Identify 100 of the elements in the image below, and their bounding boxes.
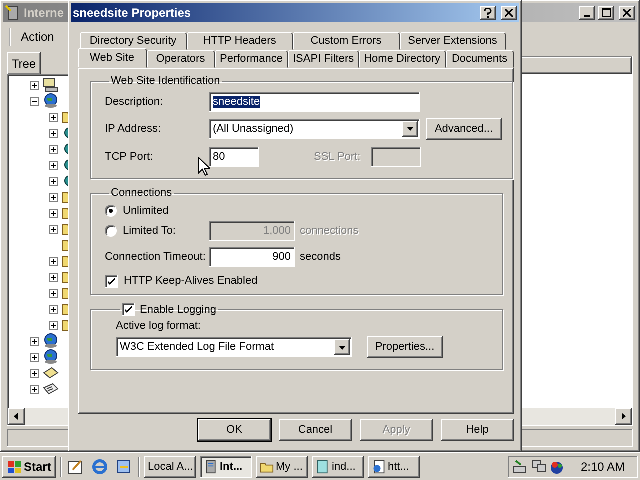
server-icon — [204, 460, 218, 474]
field-label: Description: — [105, 96, 164, 108]
expand-toggle[interactable] — [49, 256, 58, 266]
taskbar-button[interactable]: Int... — [200, 456, 252, 478]
tab[interactable]: Directory Security — [80, 32, 186, 50]
close-icon — [505, 8, 513, 16]
expand-toggle[interactable] — [49, 112, 58, 122]
mouse-pointer-icon — [198, 157, 210, 177]
radio-button[interactable] — [105, 204, 117, 216]
tree-tab[interactable]: Tree — [7, 52, 41, 74]
checkbox-label: HTTP Keep-Alives Enabled — [124, 275, 258, 287]
web-page-icon — [372, 460, 386, 474]
minimize-icon — [584, 14, 590, 16]
log-format-dropdown[interactable]: W3C Extended Log File Format — [116, 337, 352, 357]
tab[interactable]: Performance — [215, 50, 288, 68]
tab[interactable]: Server Extensions — [400, 32, 506, 50]
taskbar-button[interactable]: htt... — [368, 456, 420, 478]
expand-toggle[interactable] — [49, 128, 58, 138]
newspaper-icon — [43, 381, 59, 397]
tab[interactable]: HTTP Headers — [186, 32, 293, 50]
timeout-field[interactable]: 900 — [209, 247, 295, 267]
advanced-button[interactable]: Advanced... — [426, 118, 502, 140]
dialog-button[interactable]: Cancel — [279, 419, 352, 441]
checkbox[interactable] — [105, 274, 118, 288]
document-icon — [316, 460, 330, 474]
option-label: Limited To: — [123, 225, 177, 237]
collapse-toggle[interactable] — [30, 96, 39, 106]
group-title: Web Site Identification — [111, 75, 220, 87]
app-icon — [5, 4, 21, 20]
menu-item[interactable]: Action — [9, 28, 64, 46]
ip-address-dropdown[interactable]: (All Unassigned) — [209, 118, 420, 138]
radio-dot-icon — [109, 208, 113, 212]
envelope-icon — [43, 365, 59, 381]
field-label: TCP Port: — [105, 151, 154, 163]
expand-toggle[interactable] — [49, 192, 58, 202]
expand-toggle[interactable] — [49, 320, 58, 330]
tab[interactable]: Custom Errors — [293, 32, 400, 50]
check-icon — [124, 305, 133, 314]
taskbar-button[interactable]: My ... — [256, 456, 308, 478]
maximize-icon — [602, 8, 610, 17]
globe-icon — [43, 93, 59, 109]
minimize-button[interactable] — [579, 6, 595, 20]
tab[interactable]: Home Directory — [359, 50, 446, 68]
close-button[interactable] — [619, 6, 635, 20]
field-label: Active log format: — [116, 320, 202, 332]
properties-button[interactable]: Properties... — [367, 336, 443, 358]
tab[interactable]: Web Site — [78, 48, 146, 68]
dialog-button[interactable]: Help — [441, 419, 514, 441]
network-icon — [513, 458, 529, 474]
check-icon — [107, 276, 116, 286]
window-title: Interne — [24, 6, 64, 20]
clock: 2:10 AM — [580, 460, 626, 474]
field-label: Connection Timeout: — [105, 251, 207, 263]
expand-toggle[interactable] — [30, 80, 39, 90]
expand-toggle[interactable] — [49, 304, 58, 314]
description-field[interactable]: sneedsite — [209, 92, 420, 112]
help-button[interactable] — [480, 6, 496, 20]
expand-toggle[interactable] — [49, 144, 58, 154]
scroll-right-button[interactable] — [615, 408, 632, 425]
option-label: Unlimited — [123, 204, 170, 216]
unit-label: seconds — [300, 251, 341, 263]
scroll-left-button[interactable] — [8, 408, 25, 425]
tcp-port-field[interactable]: 80 — [209, 147, 259, 167]
field-label: IP Address: — [105, 122, 162, 134]
globe-icon — [43, 333, 59, 349]
close-icon — [623, 8, 631, 16]
taskbar-button[interactable]: Local A... — [144, 456, 196, 478]
field-label: SSL Port: — [314, 151, 362, 163]
arrow-icon — [13, 413, 20, 420]
question-icon — [484, 8, 492, 18]
expand-toggle[interactable] — [49, 208, 58, 218]
computer-icon — [43, 77, 59, 93]
radio-button[interactable] — [105, 225, 117, 237]
expand-toggle[interactable] — [49, 224, 58, 234]
unit-label: connections — [300, 225, 359, 237]
maximize-button[interactable] — [598, 6, 614, 20]
expand-toggle[interactable] — [49, 288, 58, 298]
expand-toggle[interactable] — [49, 176, 58, 186]
tab[interactable]: ISAPI Filters — [288, 50, 360, 68]
start-button[interactable]: Start — [2, 456, 56, 478]
dialog-title: sneedsite Properties — [73, 6, 192, 20]
tab[interactable]: Operators — [146, 50, 215, 68]
close-button[interactable] — [501, 6, 517, 20]
expand-toggle[interactable] — [30, 384, 39, 394]
expand-toggle[interactable] — [49, 160, 58, 170]
arrow-icon — [620, 413, 627, 420]
expand-toggle[interactable] — [30, 368, 39, 378]
checkbox-label: Enable Logging — [140, 304, 216, 316]
expand-toggle[interactable] — [49, 272, 58, 282]
dialog-button[interactable]: OK — [198, 419, 271, 441]
checkbox[interactable] — [122, 303, 135, 316]
globe-icon — [43, 349, 59, 365]
group-title: Connections — [111, 187, 172, 199]
arrow-icon — [406, 125, 414, 132]
tab[interactable]: Documents — [446, 50, 514, 68]
arrow-icon — [338, 344, 346, 350]
expand-toggle[interactable] — [30, 336, 39, 346]
windows-flag-icon — [6, 460, 22, 474]
taskbar-button[interactable]: ind... — [312, 456, 364, 478]
expand-toggle[interactable] — [30, 352, 39, 362]
